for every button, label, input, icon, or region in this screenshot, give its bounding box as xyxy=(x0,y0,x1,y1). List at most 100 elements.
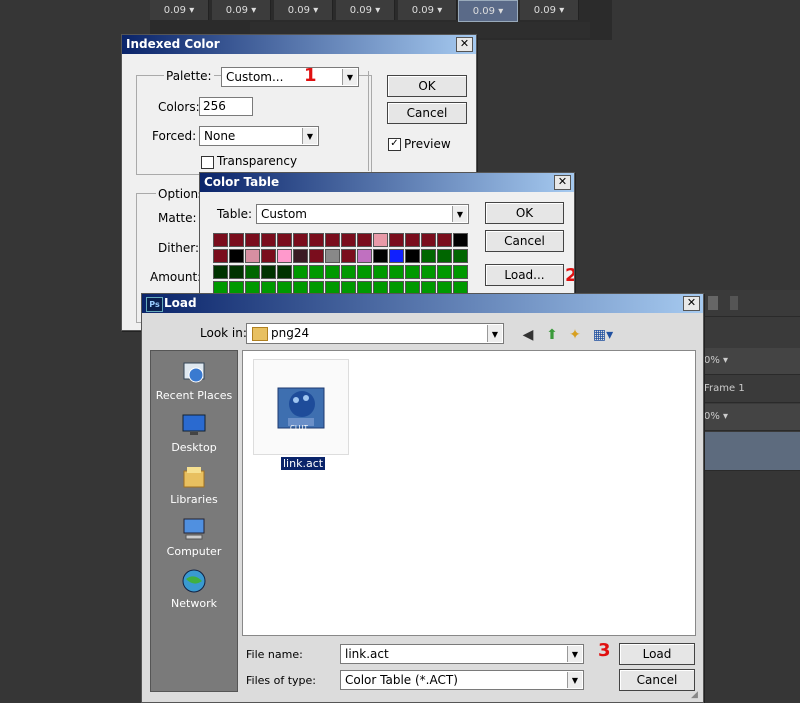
color-swatch[interactable] xyxy=(341,249,356,263)
color-swatch[interactable] xyxy=(341,265,356,279)
color-swatch[interactable] xyxy=(293,265,308,279)
load-palette-button[interactable]: Load... xyxy=(485,264,564,286)
frame-delay-selected[interactable]: 0.09 ▾ xyxy=(458,0,518,22)
color-swatch[interactable] xyxy=(437,233,452,247)
color-swatch[interactable] xyxy=(389,249,404,263)
color-swatch[interactable] xyxy=(261,233,276,247)
color-swatch[interactable] xyxy=(245,249,260,263)
look-in-select[interactable]: png24 ▼ xyxy=(246,323,504,344)
color-swatch[interactable] xyxy=(325,249,340,263)
panel-row-selected[interactable] xyxy=(700,432,800,471)
frame-delay[interactable]: 0.09 ▾ xyxy=(274,0,333,20)
color-swatch[interactable] xyxy=(389,233,404,247)
ok-button[interactable]: OK xyxy=(387,75,467,97)
panel-row[interactable]: 0% ▾ xyxy=(700,404,800,431)
color-swatch[interactable] xyxy=(261,249,276,263)
color-swatch[interactable] xyxy=(325,265,340,279)
frame-delay[interactable]: 0.09 ▾ xyxy=(336,0,395,20)
color-swatch[interactable] xyxy=(293,249,308,263)
color-swatch[interactable] xyxy=(453,249,468,263)
transparency-checkbox[interactable] xyxy=(201,156,214,169)
color-swatch[interactable] xyxy=(405,233,420,247)
color-swatch[interactable] xyxy=(309,249,324,263)
color-swatch[interactable] xyxy=(229,265,244,279)
forced-select[interactable]: None ▼ xyxy=(199,126,319,146)
transparency-label: Transparency xyxy=(217,154,298,168)
ok-button[interactable]: OK xyxy=(485,202,564,224)
color-swatch[interactable] xyxy=(373,249,388,263)
color-swatch[interactable] xyxy=(245,265,260,279)
color-swatch-grid[interactable] xyxy=(213,233,471,297)
place-libraries[interactable]: Libraries xyxy=(151,463,237,506)
chevron-down-icon: ▼ xyxy=(487,325,502,342)
frame-delay[interactable]: 0.09 ▾ xyxy=(398,0,457,20)
color-swatch[interactable] xyxy=(309,265,324,279)
color-swatch[interactable] xyxy=(277,233,292,247)
view-menu-icon[interactable]: ▦▾ xyxy=(590,326,616,344)
close-button[interactable]: ✕ xyxy=(683,296,700,311)
files-of-type-select[interactable]: Color Table (*.ACT) ▼ xyxy=(340,670,584,690)
cancel-button[interactable]: Cancel xyxy=(619,669,695,691)
color-swatch[interactable] xyxy=(357,233,372,247)
color-swatch[interactable] xyxy=(293,233,308,247)
up-folder-icon[interactable]: ⬆ xyxy=(543,326,561,344)
color-swatch[interactable] xyxy=(309,233,324,247)
color-swatch[interactable] xyxy=(357,265,372,279)
palette-label: Palette: xyxy=(164,69,214,83)
table-select[interactable]: Custom ▼ xyxy=(256,204,469,224)
color-swatch[interactable] xyxy=(229,233,244,247)
color-swatch[interactable] xyxy=(437,249,452,263)
photoshop-icon: Ps xyxy=(146,297,163,312)
back-icon[interactable]: ◀ xyxy=(519,326,537,344)
place-network[interactable]: Network xyxy=(151,567,237,610)
chevron-down-icon: ▼ xyxy=(567,646,582,662)
color-swatch[interactable] xyxy=(373,233,388,247)
chevron-down-icon: ▼ xyxy=(302,128,317,144)
color-swatch[interactable] xyxy=(261,265,276,279)
color-swatch[interactable] xyxy=(373,265,388,279)
color-swatch[interactable] xyxy=(437,265,452,279)
file-list: CLUT link.act xyxy=(242,350,696,636)
place-recent-places[interactable]: Recent Places xyxy=(151,359,237,402)
color-swatch[interactable] xyxy=(277,249,292,263)
color-swatch[interactable] xyxy=(453,265,468,279)
frame-delay[interactable]: 0.09 ▾ xyxy=(520,0,579,20)
file-thumbnail[interactable]: CLUT xyxy=(253,359,349,455)
color-swatch[interactable] xyxy=(213,265,228,279)
dither-label: Dither: xyxy=(158,241,200,255)
new-folder-icon[interactable]: ✦ xyxy=(566,326,584,344)
place-computer[interactable]: Computer xyxy=(151,515,237,558)
color-swatch[interactable] xyxy=(389,265,404,279)
color-swatch[interactable] xyxy=(341,233,356,247)
color-swatch[interactable] xyxy=(421,265,436,279)
cancel-button[interactable]: Cancel xyxy=(485,230,564,252)
color-swatch[interactable] xyxy=(405,265,420,279)
dialog-title: Indexed Color xyxy=(122,35,476,54)
file-name-item[interactable]: link.act xyxy=(281,457,326,470)
load-button[interactable]: Load xyxy=(619,643,695,665)
cancel-button[interactable]: Cancel xyxy=(387,102,467,124)
resize-grip[interactable]: ◢ xyxy=(691,690,701,700)
color-swatch[interactable] xyxy=(245,233,260,247)
place-desktop[interactable]: Desktop xyxy=(151,411,237,454)
color-swatch[interactable] xyxy=(357,249,372,263)
color-swatch[interactable] xyxy=(213,249,228,263)
frame-delay[interactable]: 0.09 ▾ xyxy=(212,0,271,20)
color-swatch[interactable] xyxy=(213,233,228,247)
close-button[interactable]: ✕ xyxy=(554,175,571,190)
panel-row[interactable]: 0% ▾ xyxy=(700,348,800,375)
preview-checkbox[interactable]: ✓ xyxy=(388,138,401,151)
file-name-input[interactable]: link.act ▼ xyxy=(340,644,584,664)
panel-row[interactable]: Frame 1 xyxy=(700,376,800,403)
color-swatch[interactable] xyxy=(421,249,436,263)
color-swatch[interactable] xyxy=(421,233,436,247)
close-button[interactable]: ✕ xyxy=(456,37,473,52)
colors-input[interactable]: 256 xyxy=(199,97,253,116)
color-swatch[interactable] xyxy=(325,233,340,247)
color-swatch[interactable] xyxy=(229,249,244,263)
frame-delay[interactable]: 0.09 ▾ xyxy=(150,0,209,20)
palette-select[interactable]: Custom... ▼ xyxy=(221,67,359,87)
color-swatch[interactable] xyxy=(453,233,468,247)
color-swatch[interactable] xyxy=(277,265,292,279)
color-swatch[interactable] xyxy=(405,249,420,263)
